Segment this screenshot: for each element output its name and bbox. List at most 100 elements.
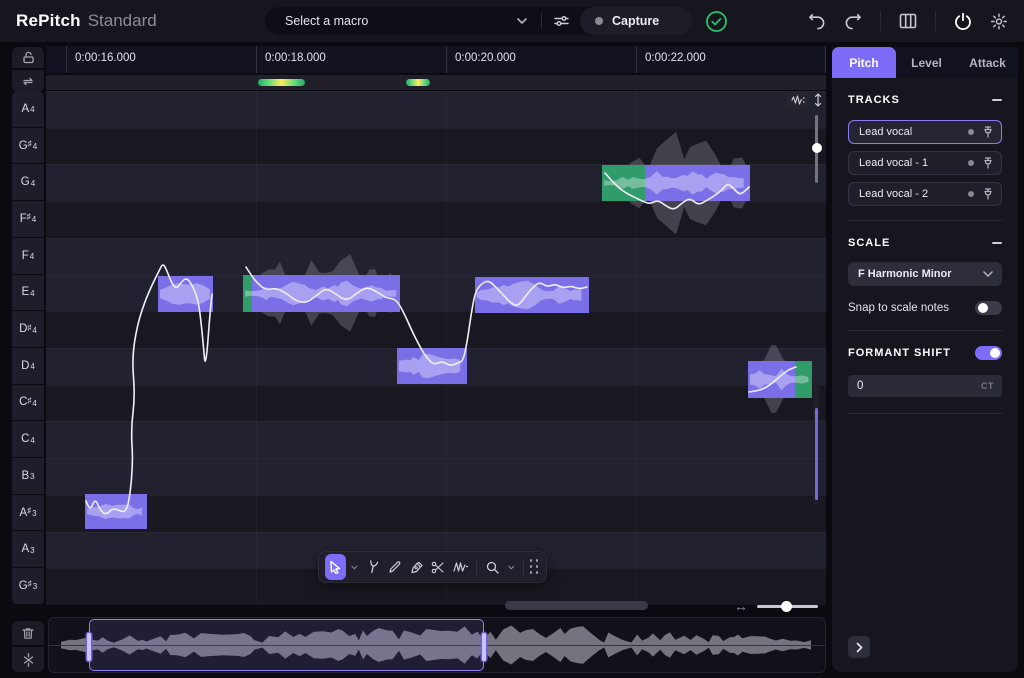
horizontal-fit-icon[interactable]: ↔ [732, 598, 750, 614]
selection-left-handle[interactable] [87, 633, 91, 661]
power-button[interactable] [948, 6, 978, 36]
sidebar-expand-button[interactable] [848, 636, 870, 658]
formant-toggle[interactable] [975, 346, 1002, 360]
divider [880, 11, 881, 31]
track-status-dot[interactable] [968, 160, 974, 166]
formant-title: FORMANT SHIFT [848, 347, 951, 359]
delete-button[interactable] [12, 621, 44, 646]
track-item-2[interactable]: Lead vocal - 2 [848, 182, 1002, 206]
vertical-zoom-button[interactable] [811, 91, 825, 109]
cursor-icon [330, 560, 341, 574]
macro-select-dropdown[interactable]: Select a macro [265, 7, 541, 35]
loop-button[interactable] [12, 70, 44, 92]
note-label-gs3[interactable]: G ♯ 3 [12, 568, 44, 605]
selection-right-handle[interactable] [482, 633, 486, 661]
note-label-f4[interactable]: F4 [12, 237, 44, 275]
macro-settings-button[interactable] [542, 7, 580, 35]
undo-button[interactable] [802, 6, 832, 36]
note-label-a3[interactable]: A3 [12, 531, 44, 569]
note-label-as3[interactable]: A ♯ 3 [12, 494, 44, 532]
pencil-tool-button[interactable] [385, 555, 405, 579]
zoom-tool-chevron-icon[interactable] [507, 565, 515, 570]
gear-icon [990, 12, 1008, 30]
note-label-b3[interactable]: B3 [12, 458, 44, 495]
snap-toggle[interactable] [975, 301, 1002, 315]
vertical-zoom-knob[interactable] [811, 143, 822, 153]
lock-button[interactable] [12, 47, 44, 69]
pen-tool-button[interactable] [407, 555, 427, 579]
scissors-tool-button[interactable] [428, 555, 448, 579]
pin-icon[interactable] [983, 157, 993, 169]
track-name: Lead vocal [859, 126, 913, 138]
pin-icon[interactable] [983, 188, 993, 200]
divider [935, 11, 936, 31]
timeline-tick [446, 46, 447, 73]
top-bar: RePitch Standard Select a macro Capture [0, 0, 1024, 42]
waveform-mini-icon [791, 95, 805, 105]
formant-unit: CT [981, 381, 994, 391]
tab-level[interactable]: Level [896, 47, 957, 78]
track-item-1[interactable]: Lead vocal - 1 [848, 151, 1002, 175]
level-indicator-strip [46, 75, 826, 90]
top-bar-actions [802, 0, 1014, 42]
loop-icon [23, 77, 33, 85]
divider [475, 559, 477, 575]
select-tool-chevron-icon[interactable] [351, 565, 358, 570]
drift-tool-icon [369, 560, 379, 574]
repitch-app: RePitch Standard Select a macro Capture [0, 0, 1024, 678]
notes-canvas[interactable] [46, 91, 826, 605]
note-label-e4[interactable]: E4 [12, 274, 44, 312]
snap-label: Snap to scale notes [848, 302, 950, 314]
track-item-0[interactable]: Lead vocal [848, 120, 1002, 144]
note-label-cs4[interactable]: C ♯ 4 [12, 384, 44, 422]
warp-icon [452, 562, 468, 572]
divider [848, 413, 1002, 414]
track-status-dot[interactable] [968, 129, 974, 135]
magnifier-icon [487, 561, 499, 574]
formant-value: 0 [857, 380, 864, 392]
capture-button[interactable]: Capture [580, 7, 692, 35]
cut-button[interactable] [12, 647, 44, 672]
scale-dropdown[interactable]: F Harmonic Minor [848, 262, 1002, 286]
brand-name: RePitch [16, 11, 81, 30]
warp-tool-button[interactable] [450, 555, 470, 579]
tracks-collapse-icon[interactable] [992, 99, 1002, 101]
note-label-fs4[interactable]: F ♯ 4 [12, 201, 44, 238]
toolbar-drag-handle[interactable] [529, 559, 540, 575]
redo-button[interactable] [838, 6, 868, 36]
waveform-view-button[interactable] [787, 91, 809, 109]
track-status-dot[interactable] [968, 191, 974, 197]
settings-button[interactable] [984, 6, 1014, 36]
level-indicator [258, 79, 305, 86]
divider [848, 330, 1002, 331]
timeline-tick [825, 46, 826, 73]
vertical-zoom-slider[interactable] [811, 115, 822, 183]
note-label-a4[interactable]: A4 [12, 91, 44, 128]
select-tool-button[interactable] [325, 554, 347, 580]
pitch-grid[interactable] [46, 91, 826, 605]
zoom-slider-knob[interactable] [781, 601, 792, 612]
note-label-ds4[interactable]: D ♯ 4 [12, 311, 44, 348]
pin-icon[interactable] [983, 126, 993, 138]
scissors-icon [432, 561, 444, 573]
layout-columns-button[interactable] [893, 6, 923, 36]
undo-icon [809, 13, 825, 29]
audio-overview-strip[interactable] [48, 617, 826, 673]
zoom-tool-button[interactable] [483, 555, 503, 579]
formant-shift-field[interactable]: 0 CT [848, 375, 1002, 397]
vertical-scrollbar-thumb[interactable] [814, 408, 818, 500]
pitch-drift-tool-button[interactable] [363, 555, 383, 579]
horizontal-scrollbar-thumb[interactable] [505, 601, 648, 610]
note-label-c4[interactable]: C4 [12, 421, 44, 459]
note-label-d4[interactable]: D4 [12, 347, 44, 385]
note-label-gs4[interactable]: G ♯ 4 [12, 127, 44, 165]
zoom-slider[interactable] [757, 601, 818, 612]
scale-collapse-icon[interactable] [992, 242, 1002, 244]
overview-selection[interactable] [87, 619, 486, 671]
note-label-g4[interactable]: G4 [12, 164, 44, 202]
redo-icon [845, 13, 861, 29]
tab-pitch[interactable]: Pitch [832, 47, 896, 78]
timeline-ruler[interactable]: 0:00:16.000 0:00:18.000 0:00:20.000 0:00:22… [46, 46, 826, 73]
track-name: Lead vocal - 1 [859, 157, 929, 169]
tab-attack[interactable]: Attack [957, 47, 1018, 78]
